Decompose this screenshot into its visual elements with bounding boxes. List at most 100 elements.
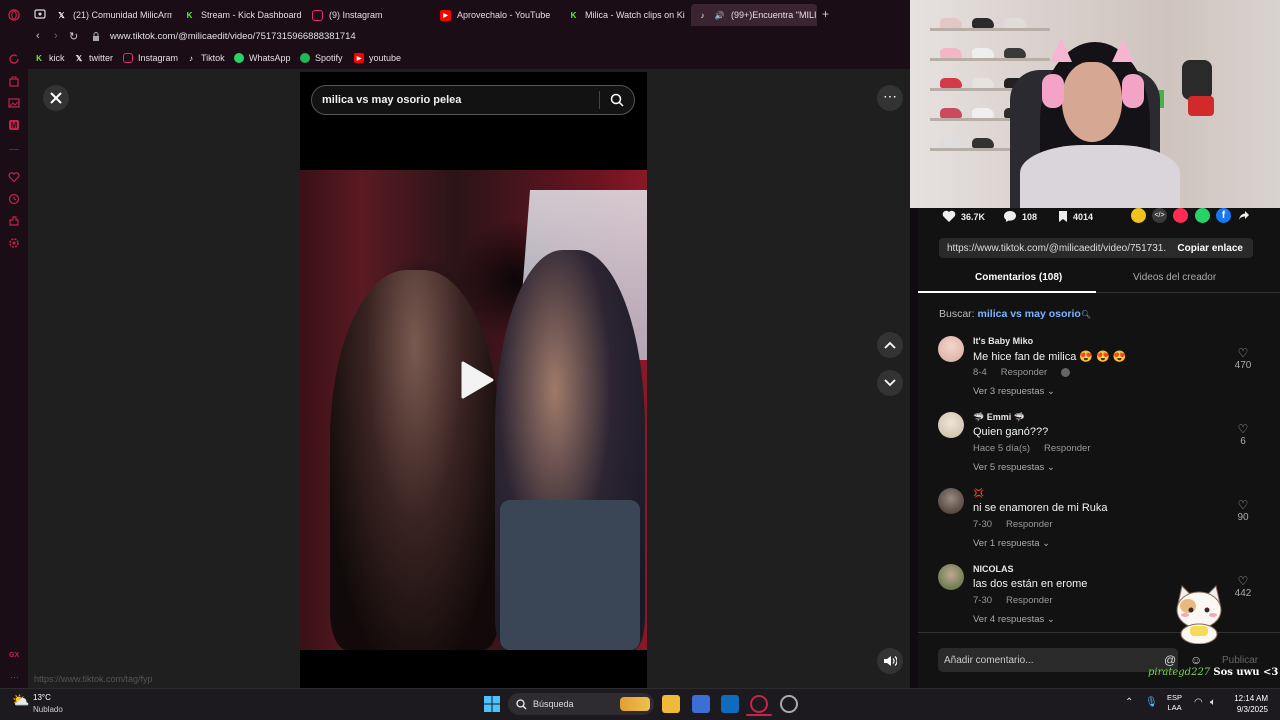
- shoe: [1004, 48, 1026, 58]
- comment-button[interactable]: 108: [1003, 210, 1037, 223]
- settings-icon[interactable]: [8, 237, 20, 249]
- tab-instagram[interactable]: (9) Instagram: [312, 4, 430, 26]
- shopping-icon[interactable]: [8, 75, 20, 87]
- extensions-icon[interactable]: [8, 215, 20, 227]
- back-icon[interactable]: ‹: [36, 30, 40, 42]
- bookmark-instagram[interactable]: Instagram: [123, 53, 178, 63]
- windows-start-icon[interactable]: [484, 696, 500, 712]
- embed-icon[interactable]: </>: [1152, 208, 1167, 223]
- clock[interactable]: 12:14 AM 9/3/2025: [1226, 693, 1268, 715]
- tab-tiktok-active[interactable]: ♪ 🔊 (99+)Encuentra "MILI: [691, 4, 817, 26]
- reply-button[interactable]: Responder: [1006, 519, 1052, 530]
- share-arrow-icon[interactable]: [1238, 210, 1250, 221]
- reply-button[interactable]: Responder: [1001, 367, 1047, 378]
- comment-username[interactable]: 💢: [973, 488, 984, 499]
- speaker-icon[interactable]: 🔈︎: [1210, 697, 1216, 708]
- avatar[interactable]: [938, 336, 964, 362]
- whatsapp-share-icon[interactable]: [1195, 208, 1210, 223]
- more-options-button[interactable]: ⋯: [877, 85, 903, 111]
- mention-icon[interactable]: @: [1164, 653, 1176, 667]
- opera-logo-icon[interactable]: [8, 9, 20, 21]
- tab-creator-videos[interactable]: Videos del creador: [1133, 272, 1216, 283]
- forward-icon[interactable]: ›: [54, 30, 58, 42]
- comment-username[interactable]: It's Baby Miko: [973, 336, 1033, 346]
- shoe: [972, 138, 994, 148]
- play-icon[interactable]: [459, 360, 495, 400]
- search-bar[interactable]: milica vs may osorio pelea: [311, 85, 635, 115]
- related-search-link[interactable]: milica vs may osorio: [978, 308, 1081, 320]
- wifi-icon[interactable]: ◠: [1194, 697, 1203, 708]
- tab-kick-clips[interactable]: K Milica - Watch clips on Ki: [568, 4, 686, 26]
- file-explorer-icon[interactable]: [662, 695, 680, 713]
- view-replies-button[interactable]: Ver 3 respuestas ⌄: [973, 386, 1055, 397]
- workspaces-icon[interactable]: [34, 9, 46, 19]
- volume-button[interactable]: [877, 648, 903, 674]
- next-video-button[interactable]: [877, 370, 903, 396]
- speaker-icon[interactable]: 🔊: [714, 10, 725, 21]
- previous-video-button[interactable]: [877, 332, 903, 358]
- bookmark-whatsapp[interactable]: WhatsApp: [234, 53, 291, 63]
- reply-button[interactable]: Responder: [1006, 595, 1052, 606]
- headset-left: [1042, 74, 1064, 108]
- bookmark-youtube[interactable]: ▶ youtube: [354, 53, 401, 63]
- copy-link-button[interactable]: Copiar enlace: [1167, 243, 1253, 254]
- view-replies-button[interactable]: Ver 5 respuestas ⌄: [973, 462, 1055, 473]
- taskbar-search[interactable]: Búsqueda: [508, 693, 654, 715]
- shoe: [972, 108, 994, 118]
- avatar[interactable]: [938, 564, 964, 590]
- reply-button[interactable]: Responder: [1044, 443, 1090, 454]
- save-button[interactable]: 4014: [1058, 210, 1093, 223]
- instagram-icon: [312, 9, 323, 21]
- tab-youtube[interactable]: ▶ Aprovechalo - YouTube: [440, 4, 558, 26]
- repost-icon[interactable]: [1131, 208, 1146, 223]
- url-field[interactable]: www.tiktok.com/@milicaedit/video/7517315…: [110, 31, 356, 42]
- outlook-icon[interactable]: [721, 695, 739, 713]
- bookmark-spotify[interactable]: Spotify: [300, 53, 343, 63]
- heart-icon[interactable]: [8, 171, 20, 183]
- bookmark-tiktok[interactable]: ♪ Tiktok: [186, 53, 225, 63]
- search-icon[interactable]: [610, 93, 624, 107]
- tray-chevron-icon[interactable]: ⌃: [1125, 697, 1133, 708]
- refresh-circle-icon[interactable]: [8, 53, 20, 65]
- more-icon[interactable]: ⋯: [10, 672, 19, 683]
- facebook-share-icon[interactable]: f: [1216, 208, 1231, 223]
- video-player[interactable]: [300, 170, 647, 650]
- weather-temp[interactable]: 13°C: [33, 693, 51, 702]
- reload-icon[interactable]: ↻: [69, 30, 78, 43]
- bookmark-kick[interactable]: Kkick: [34, 53, 64, 63]
- messenger-icon[interactable]: M: [8, 119, 20, 131]
- tab-comunidad-milicarmy[interactable]: 𝕏 (21) Comunidad MilicArmy: [56, 4, 172, 26]
- tab-kick-dashboard[interactable]: K Stream - Kick Dashboard: [184, 4, 302, 26]
- tab-comments[interactable]: Comentarios (108): [975, 272, 1062, 283]
- view-replies-button[interactable]: Ver 4 respuestas ⌄: [973, 614, 1055, 625]
- view-replies-button[interactable]: Ver 1 respuesta ⌄: [973, 538, 1050, 549]
- creator-liked-icon: [1061, 367, 1071, 377]
- store-icon[interactable]: [692, 695, 710, 713]
- new-tab-button[interactable]: +: [822, 7, 829, 21]
- weather-icon[interactable]: ⛅: [12, 692, 29, 709]
- publish-button[interactable]: Publicar: [1222, 655, 1258, 666]
- gallery-icon[interactable]: [8, 97, 20, 109]
- comment-like[interactable]: ♡ 6: [1228, 422, 1258, 447]
- emoji-icon[interactable]: ☺: [1190, 653, 1202, 667]
- comment-like[interactable]: ♡ 90: [1228, 498, 1258, 523]
- comment-like[interactable]: ♡ 442: [1228, 574, 1258, 599]
- app-icon[interactable]: [780, 695, 798, 713]
- bookmark-twitter[interactable]: 𝕏twitter: [74, 53, 113, 63]
- comment-like[interactable]: ♡ 470: [1228, 346, 1258, 371]
- close-button[interactable]: [43, 85, 69, 111]
- comment-username[interactable]: 🦈 Emmi 🦈: [973, 412, 1025, 423]
- shoe: [940, 18, 962, 28]
- microphone-icon[interactable]: 🎙︎: [1145, 697, 1158, 708]
- comment-username[interactable]: NICOLAS: [973, 564, 1014, 574]
- like-button[interactable]: 36.7K: [942, 210, 985, 223]
- language-indicator[interactable]: ESP LAA: [1167, 693, 1182, 713]
- share-send-icon[interactable]: [1173, 208, 1188, 223]
- search-input[interactable]: milica vs may osorio pelea: [312, 94, 599, 106]
- opera-gx-icon[interactable]: [750, 695, 768, 713]
- avatar[interactable]: [938, 488, 964, 514]
- history-icon[interactable]: [8, 193, 20, 205]
- comment-input[interactable]: Añadir comentario...: [938, 648, 1178, 672]
- avatar[interactable]: [938, 412, 964, 438]
- chat-message: pirategd227 Sos uwu <3: [1148, 667, 1278, 678]
